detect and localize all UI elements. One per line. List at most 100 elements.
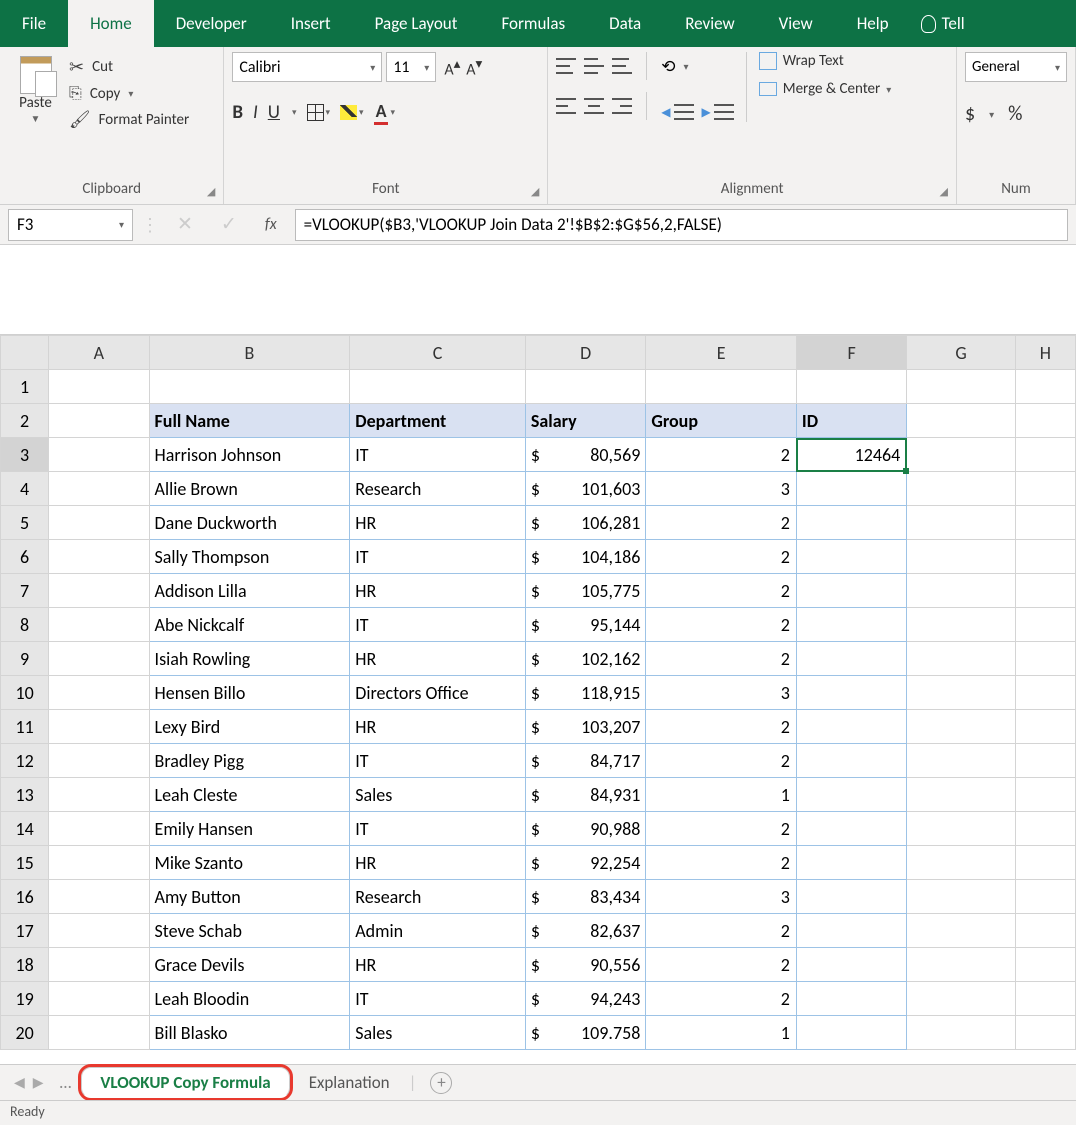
cell[interactable]: Amy Button (149, 880, 350, 914)
cell[interactable] (49, 880, 149, 914)
cell[interactable] (796, 642, 906, 676)
cell[interactable] (907, 846, 1015, 880)
cell[interactable]: ID (796, 404, 906, 438)
cell[interactable] (907, 574, 1015, 608)
align-middle-button[interactable] (584, 58, 604, 74)
cell[interactable] (907, 812, 1015, 846)
cell[interactable]: $ 90,988 (525, 812, 645, 846)
cell[interactable]: Bradley Pigg (149, 744, 350, 778)
cell[interactable]: IT (350, 744, 526, 778)
cell[interactable]: Group (646, 404, 797, 438)
cell[interactable] (49, 948, 149, 982)
shrink-font-button[interactable]: A▾ (466, 55, 482, 79)
cell[interactable] (796, 778, 906, 812)
cell[interactable] (907, 506, 1015, 540)
cell[interactable]: Hensen Billo (149, 676, 350, 710)
cell[interactable]: 2 (646, 948, 797, 982)
cell[interactable] (49, 778, 149, 812)
align-center-button[interactable] (584, 98, 604, 114)
col-header-H[interactable]: H (1015, 336, 1075, 370)
cell[interactable] (1015, 710, 1075, 744)
cell[interactable] (1015, 642, 1075, 676)
ribbon-tab-view[interactable]: View (757, 0, 835, 47)
italic-button[interactable]: I (253, 101, 258, 124)
row-header-14[interactable]: 14 (1, 812, 49, 846)
cell[interactable]: Addison Lilla (149, 574, 350, 608)
row-header-2[interactable]: 2 (1, 404, 49, 438)
cell[interactable] (49, 982, 149, 1016)
cell[interactable] (1015, 574, 1075, 608)
cell[interactable]: IT (350, 438, 526, 472)
row-header-6[interactable]: 6 (1, 540, 49, 574)
cell[interactable]: HR (350, 948, 526, 982)
cell[interactable] (49, 574, 149, 608)
ribbon-tab-file[interactable]: File (0, 0, 68, 47)
row-header-11[interactable]: 11 (1, 710, 49, 744)
cell[interactable] (1015, 1016, 1075, 1050)
cut-button[interactable]: ✂Cut (69, 56, 189, 78)
cell[interactable] (1015, 370, 1075, 404)
cell[interactable] (907, 370, 1015, 404)
cell[interactable]: IT (350, 540, 526, 574)
cell[interactable] (1015, 778, 1075, 812)
cell[interactable] (796, 574, 906, 608)
cell[interactable]: Steve Schab (149, 914, 350, 948)
row-header-19[interactable]: 19 (1, 982, 49, 1016)
cell[interactable]: Admin (350, 914, 526, 948)
cell[interactable]: 2 (646, 744, 797, 778)
cell[interactable]: Leah Bloodin (149, 982, 350, 1016)
cell[interactable] (1015, 948, 1075, 982)
cell[interactable] (49, 642, 149, 676)
row-header-8[interactable]: 8 (1, 608, 49, 642)
cell[interactable] (49, 540, 149, 574)
cell[interactable] (350, 370, 526, 404)
cell[interactable] (49, 506, 149, 540)
cell[interactable] (1015, 846, 1075, 880)
cell[interactable] (907, 744, 1015, 778)
align-right-button[interactable] (612, 98, 632, 114)
cell[interactable]: $ 84,931 (525, 778, 645, 812)
cell[interactable] (49, 710, 149, 744)
spreadsheet-grid[interactable]: ABCDEFGH12Full NameDepartmentSalaryGroup… (0, 335, 1076, 1050)
cell[interactable] (796, 812, 906, 846)
cell[interactable] (149, 370, 350, 404)
name-box[interactable]: F3▾ (8, 209, 133, 241)
cell[interactable]: HR (350, 506, 526, 540)
cell[interactable]: Lexy Bird (149, 710, 350, 744)
align-top-button[interactable] (556, 58, 576, 74)
cell[interactable]: IT (350, 608, 526, 642)
cell[interactable]: Allie Brown (149, 472, 350, 506)
cell[interactable]: Research (350, 880, 526, 914)
cell[interactable] (796, 710, 906, 744)
cell[interactable] (796, 1016, 906, 1050)
cell[interactable] (907, 472, 1015, 506)
cell[interactable] (1015, 472, 1075, 506)
cell[interactable] (525, 370, 645, 404)
ribbon-tab-developer[interactable]: Developer (154, 0, 269, 47)
cell[interactable]: Sales (350, 1016, 526, 1050)
row-header-12[interactable]: 12 (1, 744, 49, 778)
cell[interactable]: HR (350, 642, 526, 676)
cell[interactable] (796, 540, 906, 574)
col-header-A[interactable]: A (49, 336, 149, 370)
align-bottom-button[interactable] (612, 58, 632, 74)
cell[interactable]: Isiah Rowling (149, 642, 350, 676)
cell[interactable] (796, 914, 906, 948)
cell[interactable]: $ 94,243 (525, 982, 645, 1016)
cell[interactable]: 1 (646, 778, 797, 812)
cell[interactable]: 2 (646, 846, 797, 880)
cell[interactable]: $ 103,207 (525, 710, 645, 744)
ribbon-tab-data[interactable]: Data (587, 0, 663, 47)
cell[interactable] (796, 608, 906, 642)
fill-color-button[interactable]: ▾ (340, 105, 364, 120)
cell[interactable] (49, 812, 149, 846)
cell[interactable] (796, 846, 906, 880)
cell[interactable] (1015, 438, 1075, 472)
cell[interactable]: 2 (646, 540, 797, 574)
ribbon-tab-home[interactable]: Home (68, 0, 154, 47)
cell[interactable] (796, 370, 906, 404)
cell[interactable] (1015, 506, 1075, 540)
cell[interactable] (1015, 982, 1075, 1016)
cell[interactable]: HR (350, 574, 526, 608)
cell[interactable]: Sally Thompson (149, 540, 350, 574)
